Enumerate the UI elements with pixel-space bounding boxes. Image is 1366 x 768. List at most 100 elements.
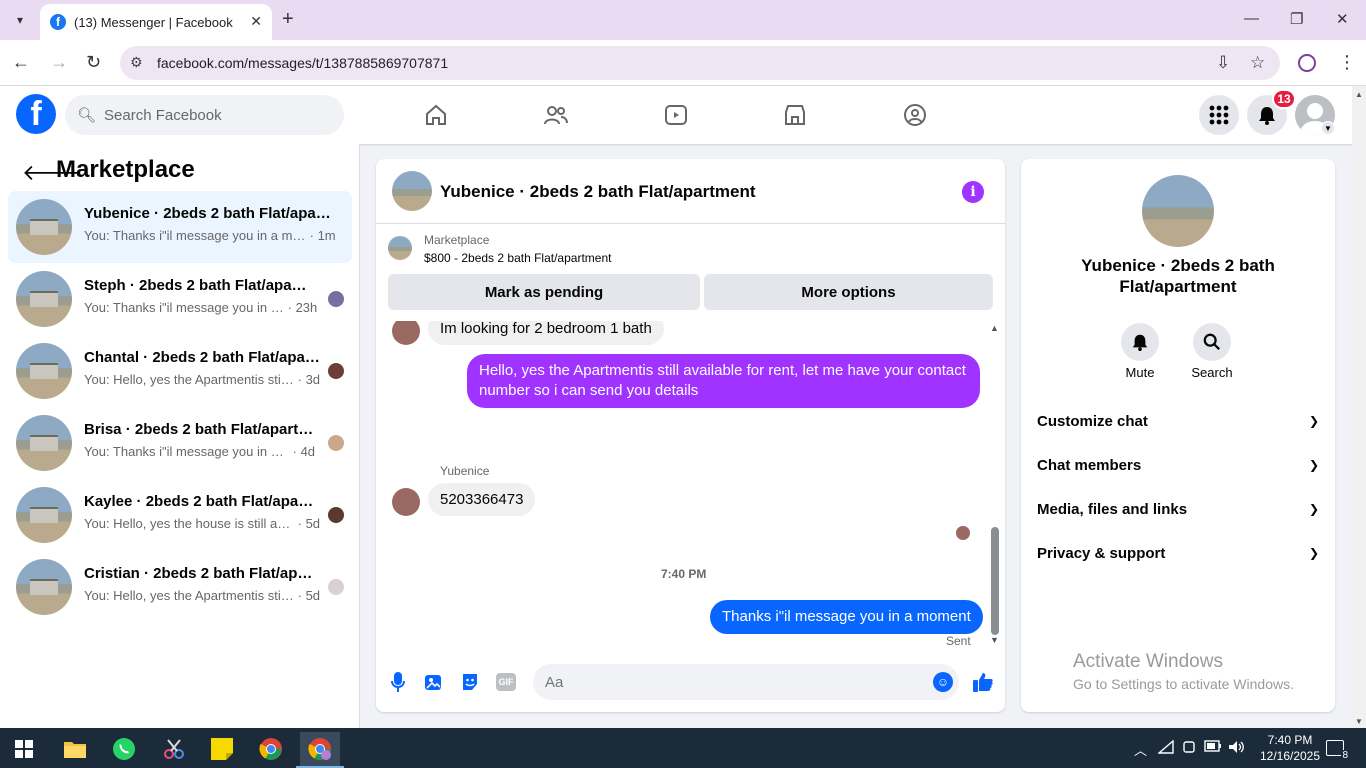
groups-icon[interactable] (900, 100, 930, 130)
home-icon[interactable] (421, 100, 451, 130)
conversation-info-panel: Yubenice · 2beds 2 bath Flat/apartment M… (1021, 159, 1335, 712)
network-icon[interactable] (1157, 739, 1174, 757)
vpn-shield-icon[interactable] (1182, 740, 1196, 757)
chat-title[interactable]: Yubenice · 2beds 2 bath Flat/apartment (440, 182, 756, 202)
more-options-button[interactable]: More options (704, 274, 993, 310)
info-icon[interactable]: i (962, 181, 984, 203)
gif-icon[interactable]: GIF (496, 673, 516, 691)
message-input[interactable] (533, 664, 959, 700)
message-list: Im looking for 2 bedroom 1 bath Hello, y… (376, 321, 1005, 651)
forward-icon[interactable]: → (50, 52, 68, 73)
conversation-item[interactable]: Brisa · 2beds 2 bath Flat/apartment You:… (8, 407, 352, 479)
conversation-item[interactable]: Steph · 2beds 2 bath Flat/apartment You:… (8, 263, 352, 335)
conversation-name: Chantal · 2beds 2 bath Flat/apartment (84, 349, 324, 366)
chevron-down-icon: ❯ (1308, 502, 1319, 516)
seen-avatar (328, 507, 344, 523)
tab-search-chevron-icon[interactable]: ▾ (6, 8, 34, 32)
page-scrollbar[interactable]: ▲ ▼ (1352, 86, 1366, 728)
sent-status: Sent (946, 634, 971, 648)
mark-as-pending-button[interactable]: Mark as pending (388, 274, 700, 310)
browser-profile-icon[interactable] (1298, 54, 1316, 72)
close-window-icon[interactable]: ✕ (1336, 10, 1349, 28)
scroll-down-icon[interactable]: ▼ (1355, 717, 1363, 726)
friends-icon[interactable] (541, 100, 571, 130)
reload-icon[interactable]: ↻ (86, 52, 101, 73)
emoji-icon[interactable]: ☺ (933, 672, 953, 692)
back-icon[interactable]: ← (12, 52, 30, 73)
video-icon[interactable] (661, 100, 691, 130)
marketplace-label: Marketplace (424, 233, 490, 247)
show-hidden-icons-icon[interactable]: ︿ (1134, 740, 1147, 759)
conversation-name: Cristian · 2beds 2 bath Flat/apartment (84, 565, 316, 582)
privacy-support-row[interactable]: Privacy & support ❯ (1037, 533, 1319, 573)
system-clock[interactable]: 7:40 PM 12/16/2025 (1258, 732, 1322, 764)
microphone-icon[interactable] (387, 671, 409, 693)
conversation-preview: You: Hello, yes the Apartmentis still av… (84, 372, 321, 387)
url-text[interactable]: facebook.com/messages/t/1387885869707871 (157, 55, 448, 71)
info-conversation-name: Yubenice · 2beds 2 bath Flat/apartment (1081, 256, 1275, 296)
scroll-up-icon[interactable]: ▲ (990, 323, 999, 333)
conversation-item[interactable]: Chantal · 2beds 2 bath Flat/apartment Yo… (8, 335, 352, 407)
sender-name: Yubenice (440, 464, 490, 478)
marketplace-listing-thumbnail[interactable] (388, 236, 412, 260)
chrome-icon[interactable] (251, 732, 291, 766)
file-explorer-icon[interactable] (55, 732, 95, 766)
seen-avatar (328, 291, 344, 307)
listing-thumbnail (16, 487, 72, 543)
chat-panel: Yubenice · 2beds 2 bath Flat/apartment i… (376, 159, 1005, 712)
facebook-search-box[interactable]: 🔍︎ Search Facebook (65, 95, 344, 135)
conversation-item[interactable]: Kaylee · 2beds 2 bath Flat/apartment You… (8, 479, 352, 551)
photo-icon[interactable] (423, 671, 445, 693)
customize-chat-row[interactable]: Customize chat ❯ (1037, 401, 1319, 441)
listing-thumbnail (16, 199, 72, 255)
site-settings-icon[interactable]: ⚙ (130, 54, 143, 71)
whatsapp-icon[interactable] (104, 732, 144, 766)
activate-windows-watermark: Activate Windows Go to Settings to activ… (1073, 651, 1294, 692)
facebook-header: f 🔍︎ Search Facebook 13 (0, 86, 1352, 144)
browser-menu-icon[interactable]: ⋮ (1338, 52, 1356, 73)
notification-center-icon[interactable]: 8 (1326, 740, 1349, 761)
menu-grid-icon[interactable] (1199, 95, 1239, 135)
chat-members-row[interactable]: Chat members ❯ (1037, 445, 1319, 485)
tab-close-icon[interactable]: ✕ (250, 13, 262, 30)
sticker-icon[interactable] (459, 671, 481, 693)
info-listing-thumbnail[interactable] (1142, 175, 1214, 247)
restore-icon[interactable]: ❐ (1290, 10, 1303, 28)
marketplace-icon[interactable] (780, 100, 810, 130)
windows-start-icon[interactable] (4, 732, 44, 766)
volume-icon[interactable] (1228, 740, 1246, 757)
browser-tab[interactable]: f (13) Messenger | Facebook ✕ (40, 4, 272, 40)
like-thumb-icon[interactable] (972, 671, 994, 699)
omnibox[interactable]: ⚙ facebook.com/messages/t/13878858697078… (120, 46, 1280, 80)
listing-price[interactable]: $800 - 2beds 2 bath Flat/apartment (424, 251, 611, 265)
search-icon: 🔍︎ (77, 107, 97, 124)
battery-icon[interactable] (1204, 740, 1222, 755)
conversation-item[interactable]: Yubenice · 2beds 2 bath Flat/apartment Y… (8, 191, 352, 263)
sticky-notes-icon[interactable] (202, 732, 242, 766)
account-chevron-down-icon[interactable]: ▼ (1321, 121, 1335, 135)
chrome-profile-icon[interactable] (300, 732, 340, 766)
minimize-icon[interactable]: — (1244, 10, 1259, 27)
new-tab-icon[interactable]: + (282, 8, 294, 31)
search-conversation-icon[interactable] (1193, 323, 1231, 361)
scrollbar-thumb[interactable] (991, 527, 999, 635)
bookmark-star-icon[interactable]: ☆ (1250, 53, 1265, 73)
media-files-links-row[interactable]: Media, files and links ❯ (1037, 489, 1319, 529)
conversation-sidebar: 🡐 Marketplace Yubenice · 2beds 2 bath Fl… (0, 144, 360, 728)
conversation-preview: You: Hello, yes the Apartmentis still av… (84, 588, 321, 603)
mute-bell-icon[interactable] (1121, 323, 1159, 361)
sender-avatar[interactable] (392, 488, 420, 516)
chat-scrollbar[interactable]: ▲ ▼ (989, 321, 1001, 651)
scroll-down-icon[interactable]: ▼ (990, 635, 999, 645)
sender-avatar[interactable] (392, 321, 420, 345)
conversation-name: Yubenice · 2beds 2 bath Flat/apartment (84, 205, 334, 222)
facebook-logo-icon[interactable]: f (16, 94, 56, 134)
snipping-tool-icon[interactable] (154, 732, 194, 766)
message-bubble-outgoing: Thanks i"il message you in a moment (710, 600, 983, 634)
sidebar-title: Marketplace (56, 156, 195, 183)
conversation-item[interactable]: Cristian · 2beds 2 bath Flat/apartment Y… (8, 551, 352, 623)
chat-listing-thumbnail[interactable] (392, 171, 432, 211)
install-app-icon[interactable]: ⇩ (1216, 53, 1230, 73)
browser-address-bar: ← → ↻ ⚙ facebook.com/messages/t/13878858… (0, 40, 1366, 86)
scroll-up-icon[interactable]: ▲ (1355, 90, 1363, 99)
